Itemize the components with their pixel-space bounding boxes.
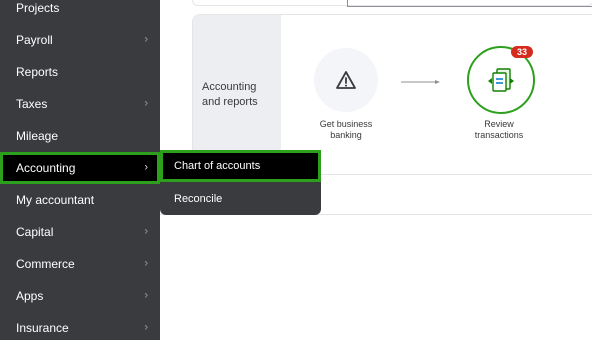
transactions-icon <box>488 68 514 92</box>
nav-item-projects[interactable]: Projects <box>0 0 160 24</box>
nav-item-label: Taxes <box>16 97 48 111</box>
nav-item-mileage[interactable]: Mileage <box>0 120 160 152</box>
chevron-right-icon: › <box>144 321 148 334</box>
nav-item-taxes[interactable]: Taxes › <box>0 88 160 120</box>
submenu-item-chart-of-accounts[interactable]: Chart of accounts <box>160 150 321 182</box>
nav-item-commerce[interactable]: Commerce › <box>0 248 160 280</box>
nav-item-label: Capital <box>16 225 54 239</box>
nav-item-my-accountant[interactable]: My accountant <box>0 184 160 216</box>
chevron-right-icon: › <box>144 225 148 238</box>
nav-item-payroll[interactable]: Payroll › <box>0 24 160 56</box>
chevron-right-icon: › <box>144 33 148 46</box>
warning-icon <box>336 71 356 89</box>
get-business-banking-label: Get business banking <box>319 119 373 140</box>
chevron-right-icon: › <box>144 289 148 302</box>
arrow-right-icon <box>401 80 440 84</box>
nav-item-label: My accountant <box>16 193 95 207</box>
nav-item-reports[interactable]: Reports <box>0 56 160 88</box>
nav-item-label: Reports <box>16 65 59 79</box>
nav-item-accounting[interactable]: Accounting › <box>0 152 160 184</box>
chevron-right-icon: › <box>144 257 148 270</box>
chevron-right-icon: › <box>144 97 148 110</box>
review-transactions-label: Review transactions <box>474 119 524 140</box>
nav-item-label: Projects <box>16 1 60 15</box>
get-business-banking-button[interactable] <box>314 48 378 112</box>
submenu-item-label: Chart of accounts <box>174 160 261 172</box>
nav-item-apps[interactable]: Apps › <box>0 280 160 312</box>
left-nav: Projects Payroll › Reports Taxes › Milea… <box>0 0 160 340</box>
nav-item-label: Commerce <box>16 257 75 271</box>
previous-card-inner-edge <box>347 0 592 7</box>
submenu-item-reconcile[interactable]: Reconcile <box>160 183 321 215</box>
accounting-submenu: Chart of accounts Reconcile <box>160 150 321 215</box>
nav-item-label: Mileage <box>16 129 59 143</box>
card-section-title: Accounting and reports <box>202 80 258 108</box>
nav-item-insurance[interactable]: Insurance › <box>0 312 160 344</box>
notification-count-badge: 33 <box>511 46 533 58</box>
chevron-right-icon: › <box>144 161 148 174</box>
nav-item-capital[interactable]: Capital › <box>0 216 160 248</box>
nav-item-label: Apps <box>16 289 44 303</box>
nav-item-label: Payroll <box>16 33 53 47</box>
nav-item-label: Insurance <box>16 321 69 335</box>
nav-item-label: Accounting <box>16 161 76 175</box>
submenu-item-label: Reconcile <box>174 193 223 205</box>
